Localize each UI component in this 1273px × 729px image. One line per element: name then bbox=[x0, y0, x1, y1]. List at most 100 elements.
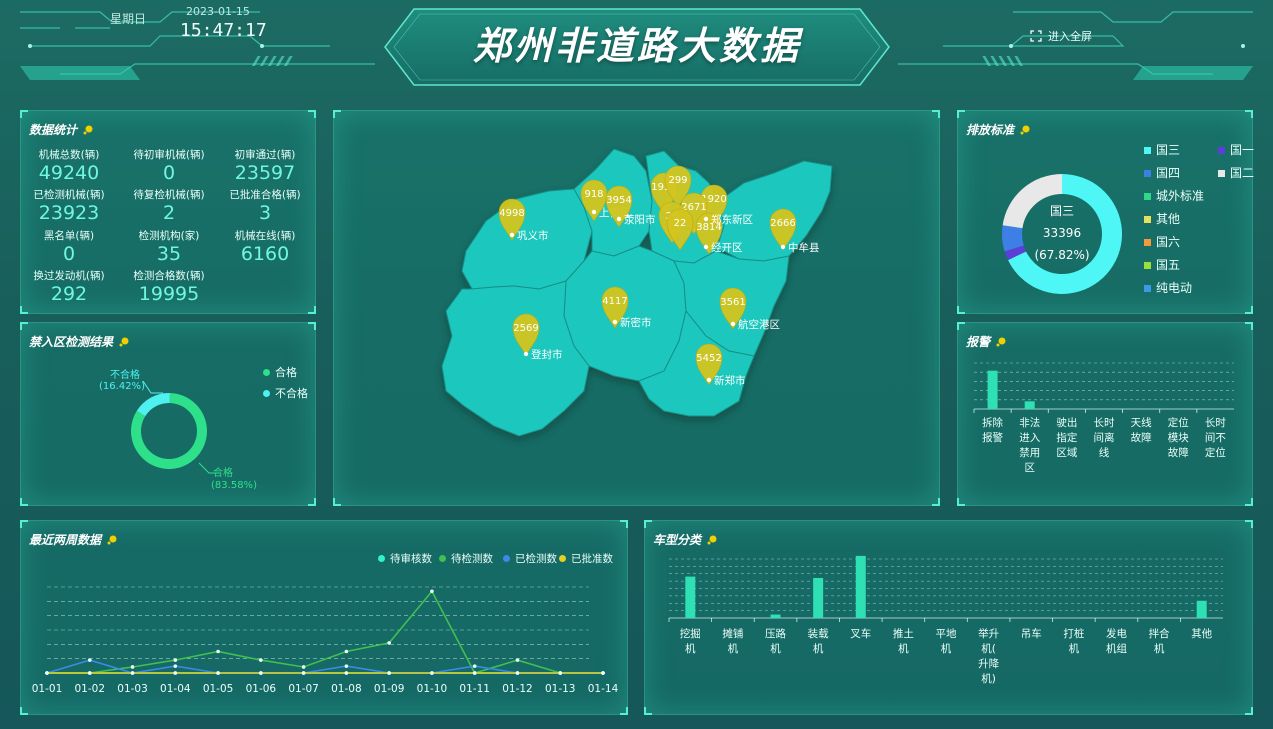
vehicle-bar[interactable] bbox=[685, 576, 696, 618]
alarm-category-label: 区 bbox=[1024, 462, 1035, 474]
pin-icon bbox=[83, 125, 93, 135]
trend-point[interactable] bbox=[259, 671, 263, 675]
trend-x-label: 01-05 bbox=[203, 683, 234, 695]
trend-point[interactable] bbox=[515, 658, 520, 662]
vehicle-bar[interactable] bbox=[813, 577, 824, 618]
stat-label: 黑名单(辆) bbox=[43, 230, 95, 242]
trend-x-label: 01-14 bbox=[588, 683, 619, 695]
map-place-dot bbox=[509, 232, 515, 238]
trend-point[interactable] bbox=[301, 665, 306, 669]
emission-legend-item[interactable]: 国一 bbox=[1218, 141, 1254, 158]
vehicle-category-label: 机 bbox=[685, 642, 696, 655]
stat-value: 3 bbox=[258, 202, 272, 224]
trend-point[interactable] bbox=[216, 671, 220, 675]
trend-x-label: 01-09 bbox=[374, 683, 405, 695]
trend-point[interactable] bbox=[472, 671, 477, 675]
trend-x-label: 01-13 bbox=[545, 683, 576, 695]
map-marker-value: 5452 bbox=[696, 353, 721, 364]
trend-point[interactable] bbox=[130, 671, 135, 675]
alarm-category-label: 长时 bbox=[1094, 417, 1116, 429]
trend-point[interactable] bbox=[130, 665, 135, 669]
trend-point[interactable] bbox=[173, 671, 178, 675]
trend-point[interactable] bbox=[45, 671, 49, 675]
map-place-dot bbox=[706, 377, 712, 383]
trend-point[interactable] bbox=[87, 671, 92, 675]
emission-legend-item[interactable]: 国五 bbox=[1144, 256, 1180, 273]
trend-panel: 最近两周数据 待审核数 待检测数 已检测数 已批准数 01-01 01-02 01-03 0… bbox=[20, 520, 628, 715]
stat-value: 0 bbox=[162, 162, 176, 184]
emission-center-name: 国三 bbox=[1050, 204, 1074, 218]
emission-legend-item[interactable]: 国二 bbox=[1218, 164, 1254, 181]
map-marker-value: 4998 bbox=[499, 208, 524, 219]
trend-point[interactable] bbox=[216, 649, 220, 654]
vehicle-category-label: 机) bbox=[981, 672, 996, 685]
trend-point[interactable] bbox=[601, 671, 605, 675]
trend-point[interactable] bbox=[387, 641, 391, 645]
stat-item: 已批准合格(辆) 3 bbox=[217, 187, 313, 224]
trend-point[interactable] bbox=[87, 658, 92, 662]
alarm-category-label: 区域 bbox=[1056, 446, 1077, 459]
vehicle-category-label: 压路 bbox=[765, 627, 787, 640]
trend-point[interactable] bbox=[430, 589, 434, 594]
map-place-label: 新郑市 bbox=[714, 374, 746, 387]
vehicle-bar[interactable] bbox=[770, 614, 781, 618]
stat-item: 黑名单(辆) 0 bbox=[21, 228, 117, 265]
map-place-dot bbox=[616, 216, 622, 222]
stat-value: 23597 bbox=[234, 162, 296, 184]
fullscreen-button[interactable]: 进入全屏 bbox=[1030, 28, 1092, 44]
trend-point[interactable] bbox=[259, 658, 263, 662]
clock-time: 15:47:17 bbox=[180, 20, 267, 41]
stat-item: 机械在线(辆) 6160 bbox=[217, 228, 313, 265]
vehicle-panel: 车型分类 挖掘机摊铺机压路机装载机叉车 推土机平地机举升 机(升降 机) 吊车 打桩机发电… bbox=[644, 520, 1253, 715]
alarm-panel: 报警 拆除 报警 非法 进入 禁用区驶出 指定 区域 长时 间离线天线 故障 定位 模块 故障 长时 间不定… bbox=[957, 322, 1253, 506]
trend-point[interactable] bbox=[430, 671, 434, 675]
fail-label-name: 不合格 bbox=[110, 368, 140, 381]
alarm-category-label: 禁用 bbox=[1019, 447, 1040, 459]
trend-point[interactable] bbox=[515, 671, 520, 675]
alarm-category-label: 天线 bbox=[1131, 416, 1153, 429]
emission-legend-item[interactable]: 国四 bbox=[1144, 164, 1180, 181]
trend-point[interactable] bbox=[344, 649, 349, 654]
alarm-category-label: 定位 bbox=[1205, 446, 1226, 459]
trend-point[interactable] bbox=[173, 664, 178, 668]
vehicle-bar-chart: 挖掘机 摊铺机 压路机 装载机 叉车 推土机 平地机 举升机(升降机) 吊车 打桩机 发电机组 拌合机… bbox=[668, 555, 1223, 685]
trend-point[interactable] bbox=[344, 664, 349, 668]
forbidden-slice-1[interactable] bbox=[136, 393, 170, 417]
trend-point[interactable] bbox=[301, 671, 306, 675]
trend-point[interactable] bbox=[173, 658, 178, 662]
map-place-dot bbox=[703, 244, 709, 250]
trend-point[interactable] bbox=[344, 671, 349, 675]
vehicle-category-label: 机组 bbox=[1106, 642, 1127, 655]
stat-item: 检测合格数(辆) 19995 bbox=[121, 268, 217, 305]
stat-value: 6160 bbox=[240, 243, 290, 265]
vehicle-bar[interactable] bbox=[855, 555, 866, 618]
fail-label-pct: (16.42%) bbox=[99, 381, 145, 392]
stat-label: 初审通过(辆) bbox=[234, 149, 296, 161]
emission-legend-item[interactable]: 纯电动 bbox=[1144, 279, 1192, 296]
trend-point[interactable] bbox=[472, 664, 477, 668]
emission-legend-item[interactable]: 城外标准 bbox=[1144, 187, 1204, 204]
vehicle-bar[interactable] bbox=[1196, 600, 1207, 618]
alarm-category-label: 非法 bbox=[1019, 416, 1040, 429]
trend-point[interactable] bbox=[558, 671, 563, 675]
stat-value: 0 bbox=[62, 243, 76, 265]
emission-legend-item[interactable]: 其他 bbox=[1144, 210, 1180, 227]
map-panel: 4998巩义市918上街区3954荥阳市1935299192026713814郑… bbox=[333, 110, 940, 506]
vehicle-category-label: 升降 bbox=[978, 657, 1000, 670]
stat-item: 初审通过(辆) 23597 bbox=[217, 147, 313, 184]
emission-legend-item[interactable]: 国六 bbox=[1144, 233, 1180, 250]
stat-item: 换过发动机(辆) 292 bbox=[21, 268, 117, 305]
trend-x-label: 01-01 bbox=[32, 683, 63, 695]
emission-legend-item[interactable]: 国三 bbox=[1144, 141, 1180, 158]
stats-title: 数据统计 bbox=[29, 121, 93, 138]
map-marker-value: 3561 bbox=[720, 297, 745, 308]
vehicle-category-label: 其他 bbox=[1191, 627, 1212, 640]
alarm-bar[interactable] bbox=[987, 370, 998, 409]
stat-label: 检测合格数(辆) bbox=[133, 270, 205, 282]
emission-slice-3[interactable] bbox=[1002, 174, 1062, 229]
zhengzhou-map: 4998巩义市918上街区3954荥阳市1935299192026713814郑… bbox=[441, 148, 833, 437]
alarm-bar[interactable] bbox=[1024, 401, 1035, 409]
map-place-dot bbox=[730, 321, 736, 327]
forbidden-donut-chart: 不合格 (16.42%) 合格 (83.58%) bbox=[99, 368, 257, 491]
trend-point[interactable] bbox=[387, 671, 391, 675]
